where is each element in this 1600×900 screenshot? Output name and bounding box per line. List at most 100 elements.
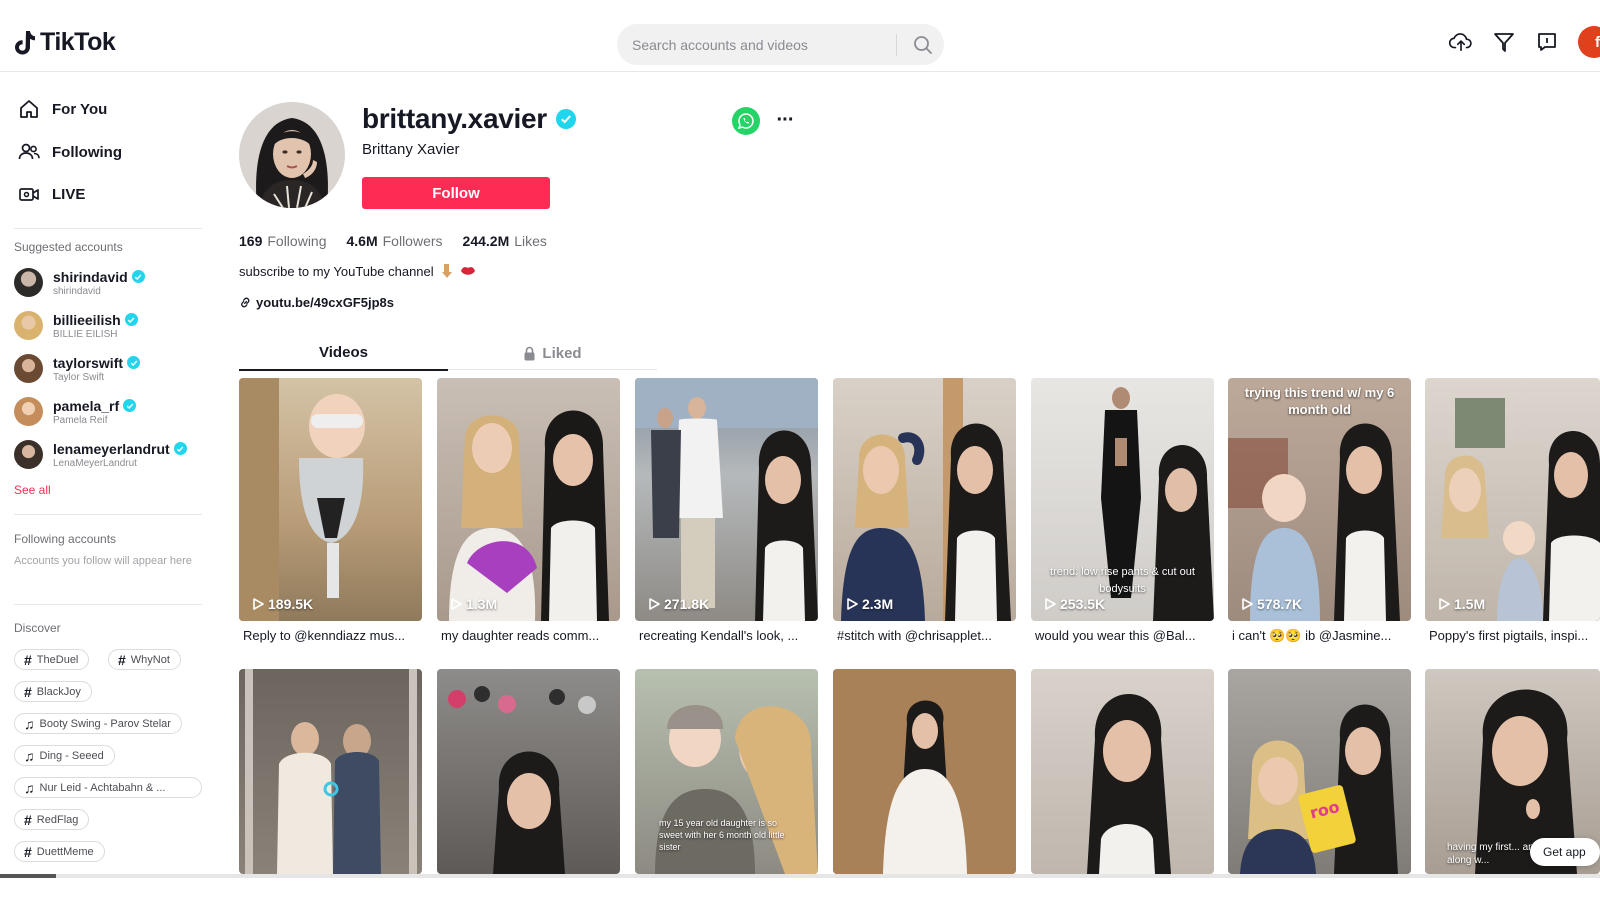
video-caption[interactable]: would you wear this @Bal... <box>1031 628 1214 643</box>
red-lips-emoji-icon <box>460 267 475 275</box>
avatar <box>14 311 43 340</box>
discover-tag[interactable]: ♫ Ding - Seeed <box>14 745 115 766</box>
upload-icon <box>1449 33 1472 52</box>
user-avatar[interactable]: f <box>1578 26 1600 58</box>
avatar <box>14 268 43 297</box>
view-count-text: 189.5K <box>268 596 314 612</box>
username-text: brittany.xavier <box>362 103 547 134</box>
video-card[interactable]: trend: low rise pants & cut out bodysuit… <box>1031 378 1214 621</box>
view-count: 2.3M <box>847 596 893 612</box>
tab-label: Liked <box>542 344 582 362</box>
video-card[interactable]: 2.3M <box>833 378 1016 621</box>
video-card[interactable]: roo <box>1228 669 1411 874</box>
stat-followers[interactable]: 4.6M Followers <box>347 233 443 249</box>
music-note-icon: ♫ <box>24 715 35 732</box>
upload-button[interactable] <box>1449 30 1473 54</box>
account-handle: shirindavid <box>53 285 101 297</box>
discover-tag[interactable]: # BlackJoy <box>14 681 92 702</box>
video-card[interactable] <box>437 669 620 874</box>
video-card[interactable] <box>833 669 1016 874</box>
view-count-text: 2.3M <box>862 596 894 612</box>
video-card[interactable]: 189.5K <box>239 378 422 621</box>
account-handle: Pamela Reif <box>53 414 108 426</box>
suggested-account-pamela-rf[interactable]: pamela_rf Pamela Reif <box>14 397 137 426</box>
nav-live[interactable]: LIVE <box>18 183 85 205</box>
discover-tag[interactable]: ♫ Nur Leid - Achtabahn & ... <box>14 777 202 798</box>
suggested-account-lenameyerlandrut[interactable]: lenameyerlandrut LenaMeyerLandrut <box>14 440 187 469</box>
inbox-send-button[interactable] <box>1492 30 1516 54</box>
see-all-link[interactable]: See all <box>14 483 51 497</box>
discover-tag[interactable]: # TheDuel <box>14 649 90 670</box>
video-thumbnail <box>1087 694 1171 874</box>
tiktok-logo[interactable]: TikTok <box>14 28 116 57</box>
video-caption[interactable]: Poppy's first pigtails, inspi... <box>1425 628 1600 643</box>
more-options-button[interactable]: ··· <box>772 107 798 133</box>
view-count-text: 253.5K <box>1060 596 1106 612</box>
search-input[interactable] <box>632 24 897 65</box>
view-count-text: 1.3M <box>466 596 498 612</box>
video-caption[interactable]: #stitch with @chrisapplet... <box>833 628 1016 643</box>
video-caption[interactable]: Reply to @kenndiazz mus... <box>239 628 422 643</box>
suggested-account-shirindavid[interactable]: shirindavid shirindavid <box>14 268 145 297</box>
horizontal-scrollbar[interactable] <box>0 874 1600 878</box>
logo-text: TikTok <box>40 28 116 56</box>
nav-label: For You <box>52 100 108 118</box>
sidebar: For You Following LIVE Suggested account… <box>0 73 210 900</box>
tab-videos[interactable]: Videos <box>239 336 448 371</box>
video-caption[interactable]: recreating Kendall's look, ... <box>635 628 818 643</box>
video-card[interactable]: 1.5M <box>1425 378 1600 621</box>
messages-icon <box>1538 33 1556 51</box>
discover-tag[interactable]: # RedFlag <box>14 809 90 830</box>
video-thumbnail <box>1441 398 1600 621</box>
suggested-account-billieeilish[interactable]: billieeilish BILLIE EILISH <box>14 311 138 340</box>
search-button[interactable] <box>902 24 944 65</box>
discover-tag[interactable]: ♫ Booty Swing - Parov Stelar <box>14 713 182 734</box>
nav-for-you[interactable]: For You <box>18 98 107 120</box>
stat-following[interactable]: 169 Following <box>239 233 327 249</box>
discover-tag[interactable]: # DuettMeme <box>14 841 105 862</box>
divider <box>14 228 202 229</box>
video-thumbnail <box>833 669 1016 874</box>
video-card[interactable] <box>239 669 422 874</box>
verified-icon <box>173 442 187 455</box>
music-note-icon: ♫ <box>24 779 35 796</box>
whatsapp-share-button[interactable] <box>732 107 760 135</box>
view-count: 578.7K <box>1242 596 1302 612</box>
hashtag-icon: # <box>24 683 32 700</box>
whatsapp-icon <box>737 113 754 130</box>
header-actions: f <box>1449 26 1600 58</box>
stat-label: Following <box>267 233 327 249</box>
video-thumbnail: roo <box>1240 704 1398 874</box>
link-text: youtu.be/49cxGF5jp8s <box>256 295 394 310</box>
video-card[interactable]: my 15 year old daughter is so sweet with… <box>635 669 818 874</box>
messages-button[interactable] <box>1535 30 1559 54</box>
suggested-account-taylorswift[interactable]: taylorswift Taylor Swift <box>14 354 141 383</box>
scrollbar-thumb[interactable] <box>0 874 56 878</box>
discover-tag[interactable]: # WhyNot <box>108 649 181 670</box>
video-caption[interactable]: i can't 🥺🥺 ib @Jasmine... <box>1228 628 1411 644</box>
video-card[interactable]: trying this trend w/ my 6 month old 578.… <box>1228 378 1411 621</box>
play-icon <box>847 598 858 610</box>
lock-icon <box>524 346 535 360</box>
tag-label: Nur Leid - Achtabahn & ... <box>39 781 166 794</box>
profile-display-name: Brittany Xavier <box>362 141 460 158</box>
profile-link[interactable]: youtu.be/49cxGF5jp8s <box>239 295 394 310</box>
video-thumbnail <box>245 669 417 874</box>
tab-liked[interactable]: Liked <box>448 336 657 370</box>
account-name: pamela_rf <box>53 397 120 414</box>
suggested-accounts-title: Suggested accounts <box>14 240 123 254</box>
tag-label: Ding - Seeed <box>39 749 104 762</box>
view-count: 1.5M <box>1439 596 1485 612</box>
nav-following[interactable]: Following <box>18 141 122 163</box>
search-icon <box>914 35 932 54</box>
video-card[interactable] <box>1031 669 1214 874</box>
video-thumbnail <box>841 378 1011 621</box>
view-count: 271.8K <box>649 596 709 612</box>
account-name: shirindavid <box>53 268 128 285</box>
video-card[interactable]: 271.8K <box>635 378 818 621</box>
video-caption[interactable]: my daughter reads comm... <box>437 628 620 643</box>
get-app-button[interactable]: Get app <box>1530 838 1600 866</box>
account-name: billieeilish <box>53 311 121 328</box>
video-card[interactable]: 1.3M <box>437 378 620 621</box>
follow-button[interactable]: Follow <box>362 177 550 209</box>
